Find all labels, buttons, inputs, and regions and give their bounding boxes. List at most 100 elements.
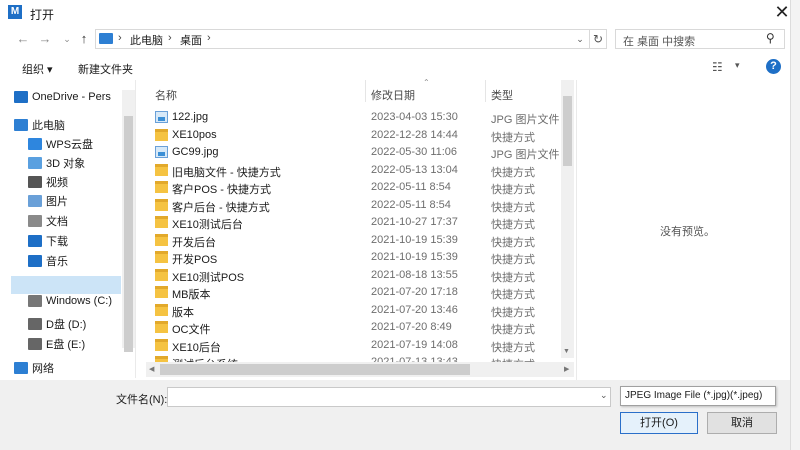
filename-dropdown-icon[interactable]: ⌄ (600, 390, 608, 401)
app-icon: M (8, 5, 22, 19)
file-row[interactable]: OC文件 2021-07-20 8:49 快捷方式 (150, 319, 560, 336)
sidebar-item-music[interactable]: 音乐 (28, 253, 136, 271)
shortcut-folder-icon (155, 321, 168, 333)
sidebar-item-document[interactable]: 文档 (28, 213, 136, 231)
column-header-date[interactable]: 修改日期 (371, 87, 415, 103)
wps-cloud-icon (28, 138, 42, 150)
file-name: 客户POS - 快捷方式 (172, 184, 272, 196)
file-date: 2021-07-20 13:46 (371, 303, 458, 316)
cloud-icon (14, 91, 28, 104)
file-row[interactable]: 122.jpg 2023-04-03 15:30 JPG 图片文件 (150, 109, 560, 126)
file-name: 版本 (172, 306, 194, 319)
file-name: XE10后台 (172, 341, 221, 354)
breadcrumb-desktop[interactable]: 桌面 (180, 32, 202, 48)
help-icon[interactable]: ? (766, 59, 781, 74)
sidebar-item-wps-cloud[interactable]: WPS云盘 (28, 136, 136, 154)
sidebar-item-drive-d[interactable]: D盘 (D:) (28, 316, 136, 334)
search-icon[interactable]: ⚲ (766, 31, 775, 45)
file-row[interactable]: 旧电脑文件 - 快捷方式 2022-05-13 13:04 快捷方式 (150, 162, 560, 179)
view-options-icon[interactable]: ☷ (712, 60, 723, 74)
shortcut-folder-icon (155, 163, 168, 176)
column-divider[interactable] (485, 80, 486, 102)
breadcrumb-separator[interactable]: › (207, 32, 211, 44)
column-divider[interactable] (365, 80, 366, 102)
forward-arrow-icon[interactable]: → (36, 30, 54, 48)
file-type: 快捷方式 (491, 271, 535, 284)
open-button[interactable]: 打开(O) (620, 412, 698, 434)
file-list-horizontal-thumb[interactable] (160, 364, 470, 375)
file-row[interactable]: XE10后台 2021-07-19 14:08 快捷方式 (150, 337, 560, 354)
sidebar-item-cube[interactable]: 3D 对象 (28, 155, 136, 173)
sidebar-item-label: 文档 (46, 216, 68, 228)
sidebar-item-label: D盘 (D:) (46, 319, 87, 331)
file-type: 快捷方式 (491, 166, 535, 179)
file-date: 2022-05-11 8:54 (371, 181, 451, 193)
up-arrow-icon[interactable]: ↑ (75, 30, 93, 48)
file-row[interactable]: GC99.jpg 2022-05-30 11:06 JPG 图片文件 (150, 144, 560, 161)
sidebar-item-video[interactable]: 视频 (28, 174, 136, 192)
file-type: 快捷方式 (491, 201, 535, 214)
file-type-filter-select[interactable]: JPEG Image File (*.jpg)(*.jpeg) (620, 386, 776, 406)
sidebar-item-drive-e[interactable]: E盘 (E:) (28, 336, 136, 354)
view-dropdown-icon[interactable]: ▾ (735, 60, 740, 71)
computer-icon (14, 119, 28, 131)
file-name: 开发后台 (172, 236, 216, 249)
cancel-button[interactable]: 取消 (707, 412, 777, 434)
scroll-left-arrow-icon[interactable]: ◀ (149, 365, 154, 373)
file-row[interactable]: MB版本 2021-07-20 17:18 快捷方式 (150, 284, 560, 301)
recent-locations-dropdown-icon[interactable]: ⌄ (58, 30, 76, 48)
image-file-icon (155, 111, 168, 123)
file-date: 2023-04-03 15:30 (371, 111, 458, 123)
drive-e-icon (28, 338, 42, 350)
column-header-type[interactable]: 类型 (491, 87, 513, 103)
file-row[interactable]: 客户POS - 快捷方式 2022-05-11 8:54 快捷方式 (150, 179, 560, 196)
sidebar-item-label: WPS云盘 (46, 139, 94, 151)
sidebar-item-label: 下载 (46, 236, 68, 248)
file-name: XE10测试POS (172, 271, 245, 284)
file-row[interactable]: XE10测试POS 2021-08-18 13:55 快捷方式 (150, 267, 560, 284)
sidebar-item-computer[interactable]: 此电脑 (14, 117, 122, 135)
organize-menu-button[interactable]: 组织 ▾ (22, 61, 53, 77)
file-row[interactable]: 开发POS 2021-10-19 15:39 快捷方式 (150, 249, 560, 266)
file-list-vertical-thumb[interactable] (563, 96, 572, 166)
address-dropdown-icon[interactable]: ⌄ (573, 31, 587, 47)
computer-icon (99, 33, 113, 44)
shortcut-folder-icon (155, 303, 168, 316)
sidebar-item-picture[interactable]: 图片 (28, 193, 136, 211)
scroll-right-arrow-icon[interactable]: ▶ (564, 365, 569, 373)
scroll-down-arrow-icon[interactable]: ▼ (563, 348, 570, 355)
network-icon (14, 362, 28, 374)
cube-icon (28, 157, 42, 169)
file-row[interactable]: XE10pos 2022-12-28 14:44 快捷方式 (150, 127, 560, 144)
shortcut-folder-icon (155, 233, 168, 246)
breadcrumb-separator[interactable]: › (118, 32, 122, 44)
breadcrumb-this-pc[interactable]: 此电脑 (130, 32, 163, 48)
shortcut-folder-icon (155, 128, 168, 141)
file-type: 快捷方式 (491, 254, 535, 266)
file-name: XE10测试后台 (172, 219, 243, 231)
file-date: 2022-05-13 13:04 (371, 163, 458, 176)
sidebar-item-label: OneDrive - Pers (32, 91, 111, 104)
sidebar-item-download[interactable]: 下载 (28, 233, 136, 251)
file-type: 快捷方式 (491, 341, 535, 354)
file-row[interactable]: 开发后台 2021-10-19 15:39 快捷方式 (150, 232, 560, 249)
refresh-icon[interactable]: ↻ (589, 29, 607, 49)
file-type: 快捷方式 (491, 324, 535, 336)
sidebar-item-label: 视频 (46, 177, 68, 189)
sidebar-item-network[interactable]: 网络 (14, 360, 122, 378)
new-folder-button[interactable]: 新建文件夹 (78, 61, 133, 77)
file-row[interactable]: XE10测试后台 2021-10-27 17:37 快捷方式 (150, 214, 560, 231)
file-type: 快捷方式 (491, 184, 535, 196)
file-name: 开发POS (172, 254, 218, 266)
sidebar-item-drive-c[interactable]: Windows (C:) (28, 295, 136, 313)
file-row[interactable]: 客户后台 - 快捷方式 2022-05-11 8:54 快捷方式 (150, 197, 560, 214)
file-row[interactable]: 版本 2021-07-20 13:46 快捷方式 (150, 302, 560, 319)
file-date: 2021-07-20 17:18 (371, 286, 458, 298)
breadcrumb-separator[interactable]: › (168, 32, 172, 44)
shortcut-folder-icon (155, 198, 168, 211)
column-header-name[interactable]: 名称 (155, 87, 177, 103)
sidebar-item-cloud[interactable]: OneDrive - Pers (14, 91, 122, 109)
back-arrow-icon[interactable]: ← (14, 30, 32, 48)
music-icon (28, 255, 42, 267)
filename-input[interactable] (167, 387, 611, 407)
